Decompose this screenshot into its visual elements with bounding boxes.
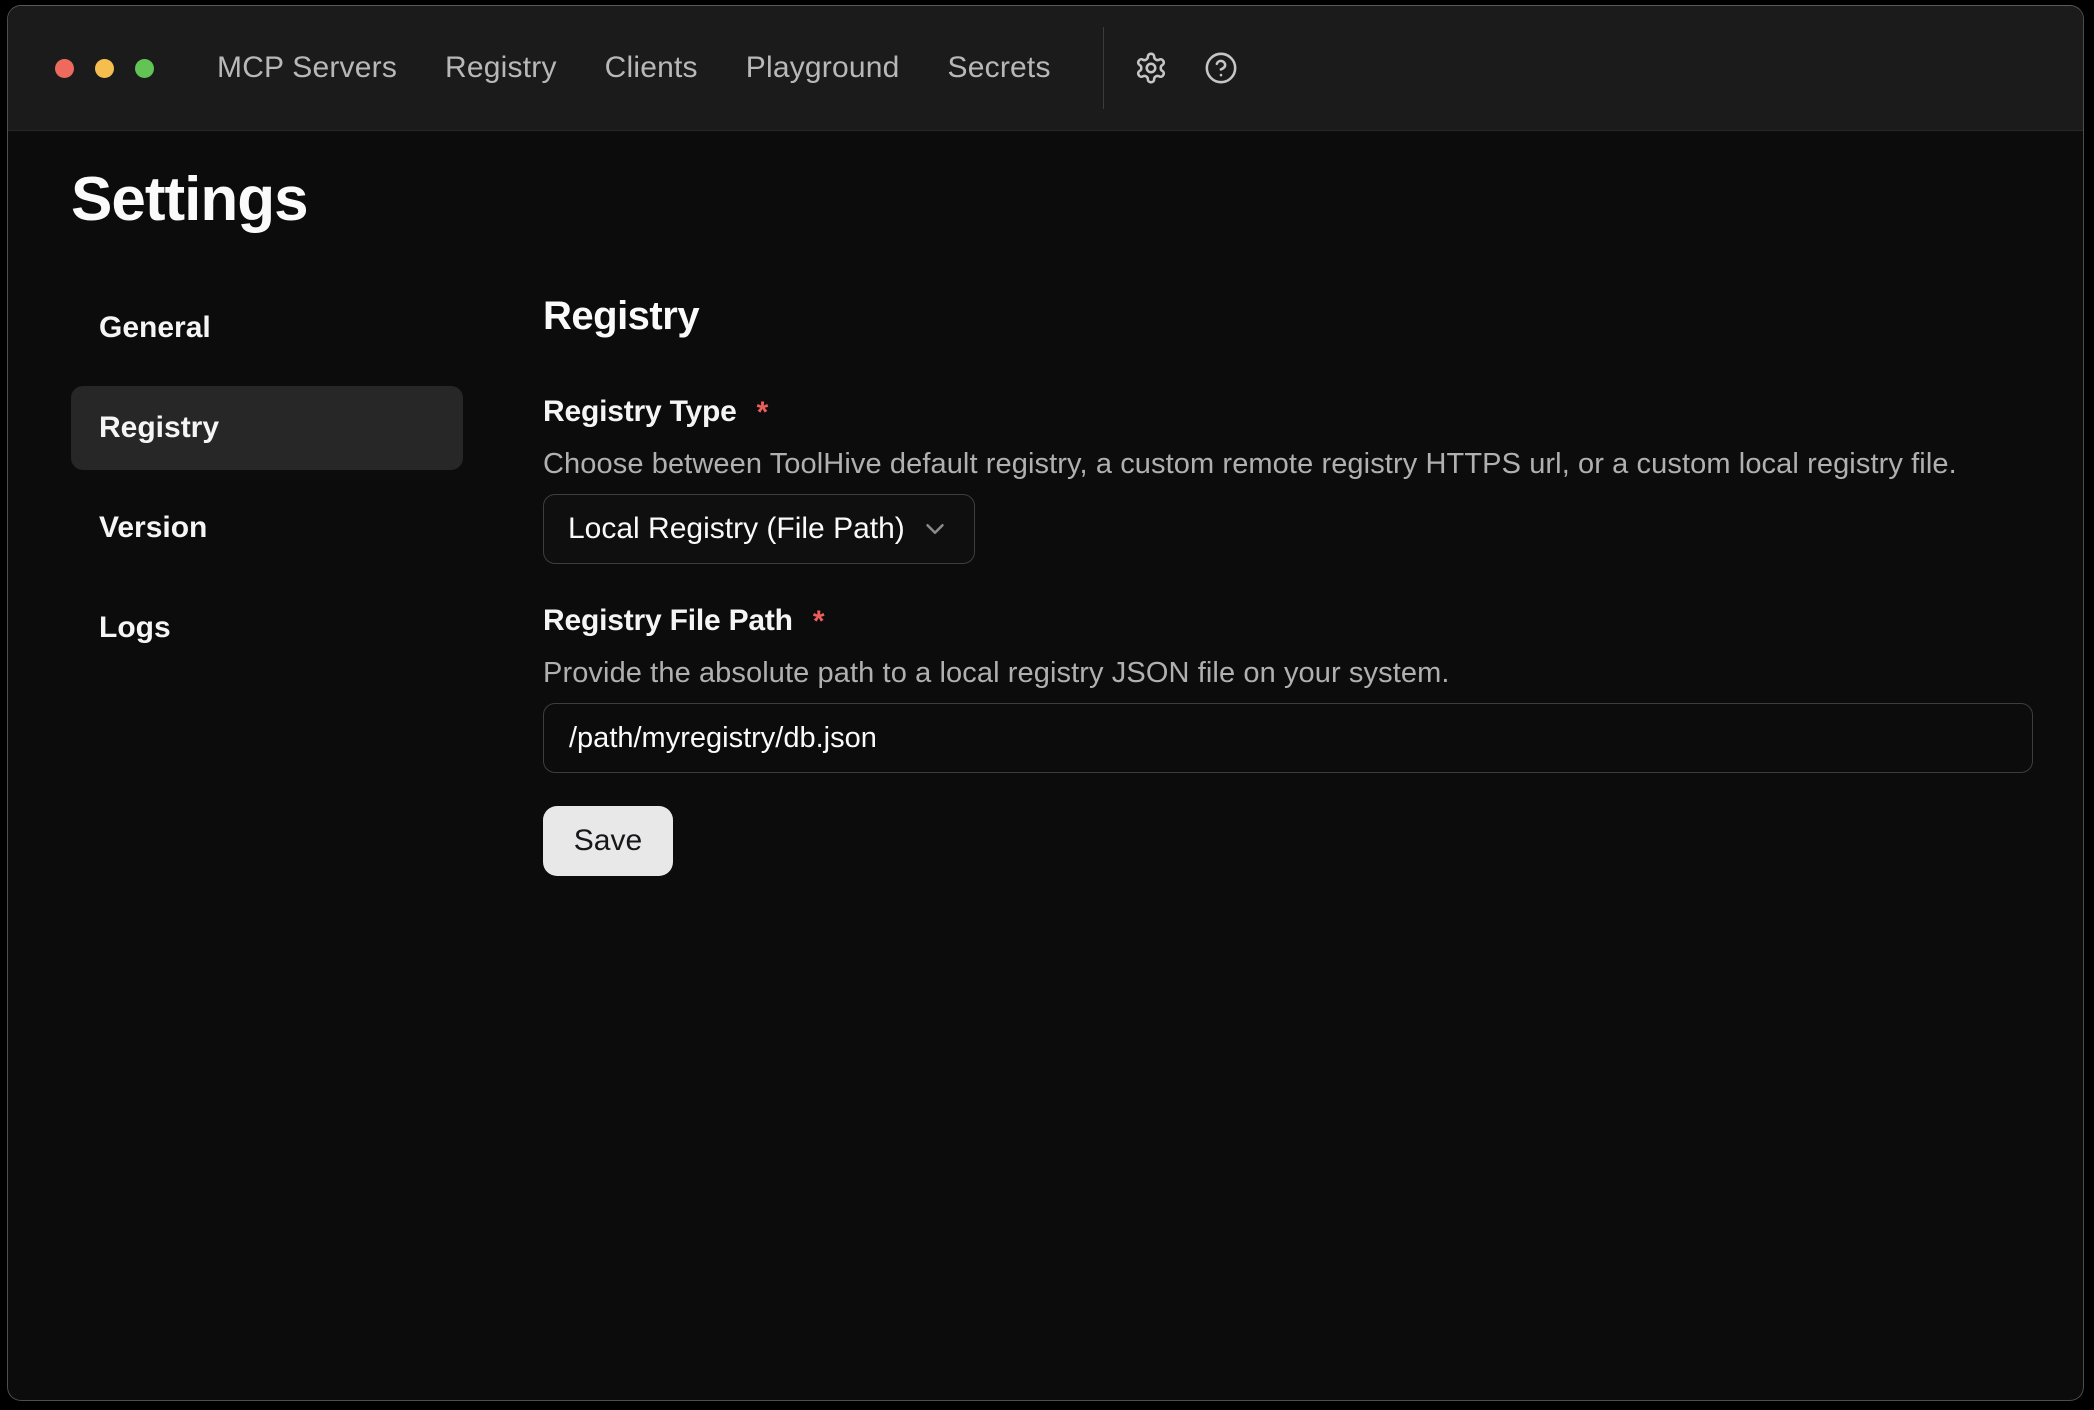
registry-type-selected-value: Local Registry (File Path) [568,512,906,546]
save-button[interactable]: Save [543,806,673,876]
registry-type-label: Registry Type [543,395,737,429]
nav-divider [1103,27,1104,109]
help-circle-icon[interactable] [1204,51,1238,85]
registry-type-select[interactable]: Local Registry (File Path) [543,494,975,564]
page-title: Settings [71,167,2083,232]
window-controls [55,59,154,78]
zoom-window-button[interactable] [135,59,154,78]
nav-item-clients[interactable]: Clients [605,51,698,85]
required-asterisk: * [813,604,825,640]
sidebar-item-general[interactable]: General [71,286,463,370]
titlebar: MCP Servers Registry Clients Playground … [8,6,2083,131]
app-window: MCP Servers Registry Clients Playground … [7,5,2084,1401]
registry-file-path-description: Provide the absolute path to a local reg… [543,657,2033,690]
sidebar-item-version[interactable]: Version [71,486,463,570]
sidebar-item-label: General [99,311,211,345]
sidebar-item-label: Logs [99,611,171,645]
settings-sidebar: General Registry Version Logs [71,286,463,876]
settings-page: Settings General Registry Version Logs R… [8,131,2083,876]
sidebar-item-logs[interactable]: Logs [71,586,463,670]
registry-type-description: Choose between ToolHive default registry… [543,448,2033,481]
registry-file-path-label-row: Registry File Path * [543,604,2033,640]
section-heading: Registry [543,286,2033,339]
sidebar-item-registry[interactable]: Registry [71,386,463,470]
top-nav: MCP Servers Registry Clients Playground … [217,51,1051,85]
nav-item-registry[interactable]: Registry [445,51,557,85]
close-window-button[interactable] [55,59,74,78]
registry-file-path-label: Registry File Path [543,604,793,638]
sidebar-item-label: Registry [99,411,219,445]
nav-item-mcp-servers[interactable]: MCP Servers [217,51,397,85]
titlebar-icons [1134,51,1238,85]
chevron-down-icon [920,514,950,544]
nav-item-playground[interactable]: Playground [746,51,900,85]
registry-file-path-input[interactable] [543,703,2033,773]
sidebar-item-label: Version [99,511,207,545]
registry-settings-panel: Registry Registry Type * Choose between … [543,286,2033,876]
minimize-window-button[interactable] [95,59,114,78]
registry-type-label-row: Registry Type * [543,395,2033,431]
nav-item-secrets[interactable]: Secrets [948,51,1051,85]
settings-gear-icon[interactable] [1134,51,1168,85]
required-asterisk: * [757,395,769,431]
